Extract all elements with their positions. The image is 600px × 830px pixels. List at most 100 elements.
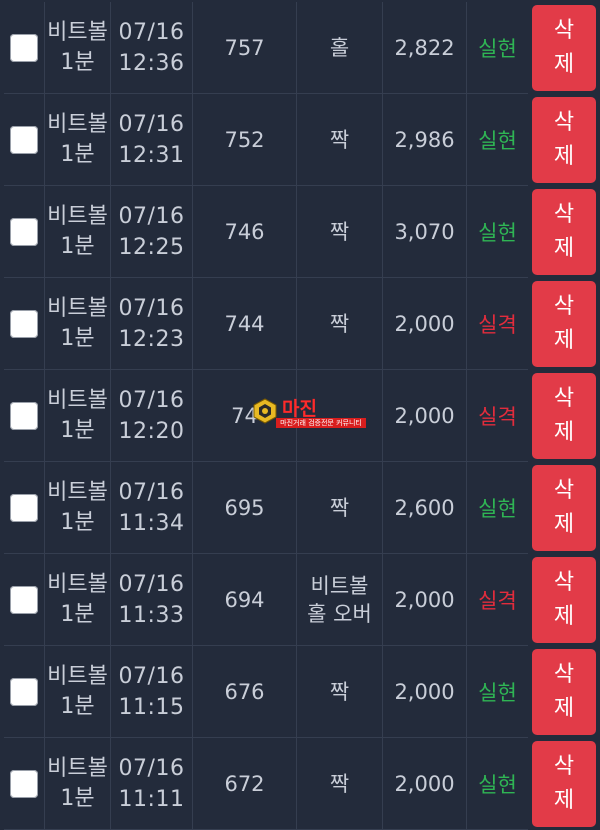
badge-icon <box>253 398 277 424</box>
bet-time: 12:31 <box>118 143 185 168</box>
delete-button[interactable]: 삭 제 <box>532 5 596 91</box>
amount-cell: 2,600 <box>382 462 466 554</box>
bet-amount: 2,000 <box>394 680 455 704</box>
result-status: 실현 <box>478 129 517 153</box>
pick-value: 짝 <box>329 128 350 152</box>
result-cell: 실격 <box>466 370 528 462</box>
delete-label-top: 삭 <box>553 18 575 43</box>
game-cell: 비트볼 1분 <box>44 278 110 370</box>
row-select-cell <box>4 278 44 370</box>
row-checkbox[interactable] <box>10 494 38 522</box>
table-row: 비트볼 1분 07/16 11:33 694 비트볼 홀 오버 2,000 실격 <box>0 554 600 646</box>
game-name: 비트볼 1분 <box>47 20 108 75</box>
delete-button[interactable]: 삭 제 <box>532 557 596 643</box>
delete-button[interactable]: 삭 제 <box>532 649 596 735</box>
table-row: 비트볼 1분 07/16 12:25 746 짝 3,070 실현 삭 제 <box>0 186 600 278</box>
round-cell: 752 <box>192 94 296 186</box>
datetime-cell: 07/16 11:11 <box>110 738 192 830</box>
game-name: 비트볼 1분 <box>47 756 108 811</box>
game-cell: 비트볼 1분 <box>44 462 110 554</box>
game-cell: 비트볼 1분 <box>44 554 110 646</box>
game-name: 비트볼 1분 <box>47 204 108 259</box>
site-watermark: 마진 마진거래 검증전문 커뮤니티 <box>252 394 366 428</box>
bet-date: 07/16 <box>118 204 185 229</box>
delete-button[interactable]: 삭 제 <box>532 465 596 551</box>
datetime-cell: 07/16 11:34 <box>110 462 192 554</box>
amount-cell: 2,000 <box>382 278 466 370</box>
row-checkbox[interactable] <box>10 678 38 706</box>
bet-date: 07/16 <box>118 296 185 321</box>
round-cell: 744 <box>192 278 296 370</box>
delete-label-top: 삭 <box>553 110 575 135</box>
amount-cell: 2,000 <box>382 370 466 462</box>
row-checkbox[interactable] <box>10 770 38 798</box>
result-cell: 실현 <box>466 738 528 830</box>
delete-label-bottom: 제 <box>553 420 575 445</box>
result-cell: 실격 <box>466 278 528 370</box>
round-number: 746 <box>224 220 265 244</box>
row-checkbox[interactable] <box>10 402 38 430</box>
game-name: 비트볼 1분 <box>47 572 108 627</box>
row-checkbox[interactable] <box>10 34 38 62</box>
bet-amount: 2,822 <box>394 36 455 60</box>
amount-cell: 3,070 <box>382 186 466 278</box>
table-row: 비트볼 1분 07/16 12:23 744 짝 2,000 실격 삭 제 <box>0 278 600 370</box>
result-cell: 실격 <box>466 554 528 646</box>
delete-button[interactable]: 삭 제 <box>532 373 596 459</box>
row-checkbox[interactable] <box>10 310 38 338</box>
delete-label-bottom: 제 <box>553 696 575 721</box>
table-row: 비트볼 1분 07/16 12:36 757 홀 2,822 실현 삭 제 <box>0 2 600 94</box>
round-cell: 695 <box>192 462 296 554</box>
table-row: 비트볼 1분 07/16 11:11 672 짝 2,000 실현 삭 제 <box>0 738 600 830</box>
pick-cell: 비트볼 홀 오버 <box>296 554 382 646</box>
bet-time: 11:11 <box>118 787 185 812</box>
delete-button[interactable]: 삭 제 <box>532 281 596 367</box>
amount-cell: 2,822 <box>382 2 466 94</box>
delete-label-top: 삭 <box>553 386 575 411</box>
row-select-cell <box>4 646 44 738</box>
game-cell: 비트볼 1분 <box>44 186 110 278</box>
row-select-cell <box>4 2 44 94</box>
delete-button[interactable]: 삭 제 <box>532 97 596 183</box>
bet-amount: 2,000 <box>394 404 455 428</box>
delete-label-bottom: 제 <box>553 52 575 77</box>
game-name: 비트볼 1분 <box>47 296 108 351</box>
bet-amount: 2,600 <box>394 496 455 520</box>
pick-value: 짝 <box>329 220 350 244</box>
datetime-cell: 07/16 12:25 <box>110 186 192 278</box>
delete-label-bottom: 제 <box>553 236 575 261</box>
result-cell: 실현 <box>466 186 528 278</box>
datetime-cell: 07/16 12:31 <box>110 94 192 186</box>
table-row: 비트볼 1분 07/16 11:34 695 짝 2,600 실현 삭 제 <box>0 462 600 554</box>
bet-time: 12:36 <box>118 51 185 76</box>
row-checkbox[interactable] <box>10 586 38 614</box>
datetime-cell: 07/16 12:23 <box>110 278 192 370</box>
game-name: 비트볼 1분 <box>47 388 108 443</box>
delete-label-bottom: 제 <box>553 328 575 353</box>
round-cell: 672 <box>192 738 296 830</box>
row-checkbox[interactable] <box>10 218 38 246</box>
delete-button[interactable]: 삭 제 <box>532 741 596 827</box>
pick-value: 짝 <box>329 312 350 336</box>
bet-amount: 2,986 <box>394 128 455 152</box>
datetime-cell: 07/16 12:36 <box>110 2 192 94</box>
delete-label-top: 삭 <box>553 754 575 779</box>
row-select-cell <box>4 738 44 830</box>
round-cell: 746 <box>192 186 296 278</box>
game-name: 비트볼 1분 <box>47 664 108 719</box>
delete-button[interactable]: 삭 제 <box>532 189 596 275</box>
amount-cell: 2,000 <box>382 646 466 738</box>
delete-cell: 삭 제 <box>528 462 600 554</box>
round-number: 695 <box>224 496 265 520</box>
result-status: 실현 <box>478 681 517 705</box>
pick-cell: 홀 <box>296 2 382 94</box>
result-cell: 실현 <box>466 462 528 554</box>
bet-date: 07/16 <box>118 480 185 505</box>
result-status: 실격 <box>478 589 517 613</box>
datetime-cell: 07/16 11:15 <box>110 646 192 738</box>
delete-cell: 삭 제 <box>528 278 600 370</box>
row-checkbox[interactable] <box>10 126 38 154</box>
result-status: 실현 <box>478 497 517 521</box>
result-cell: 실현 <box>466 646 528 738</box>
game-cell: 비트볼 1분 <box>44 94 110 186</box>
